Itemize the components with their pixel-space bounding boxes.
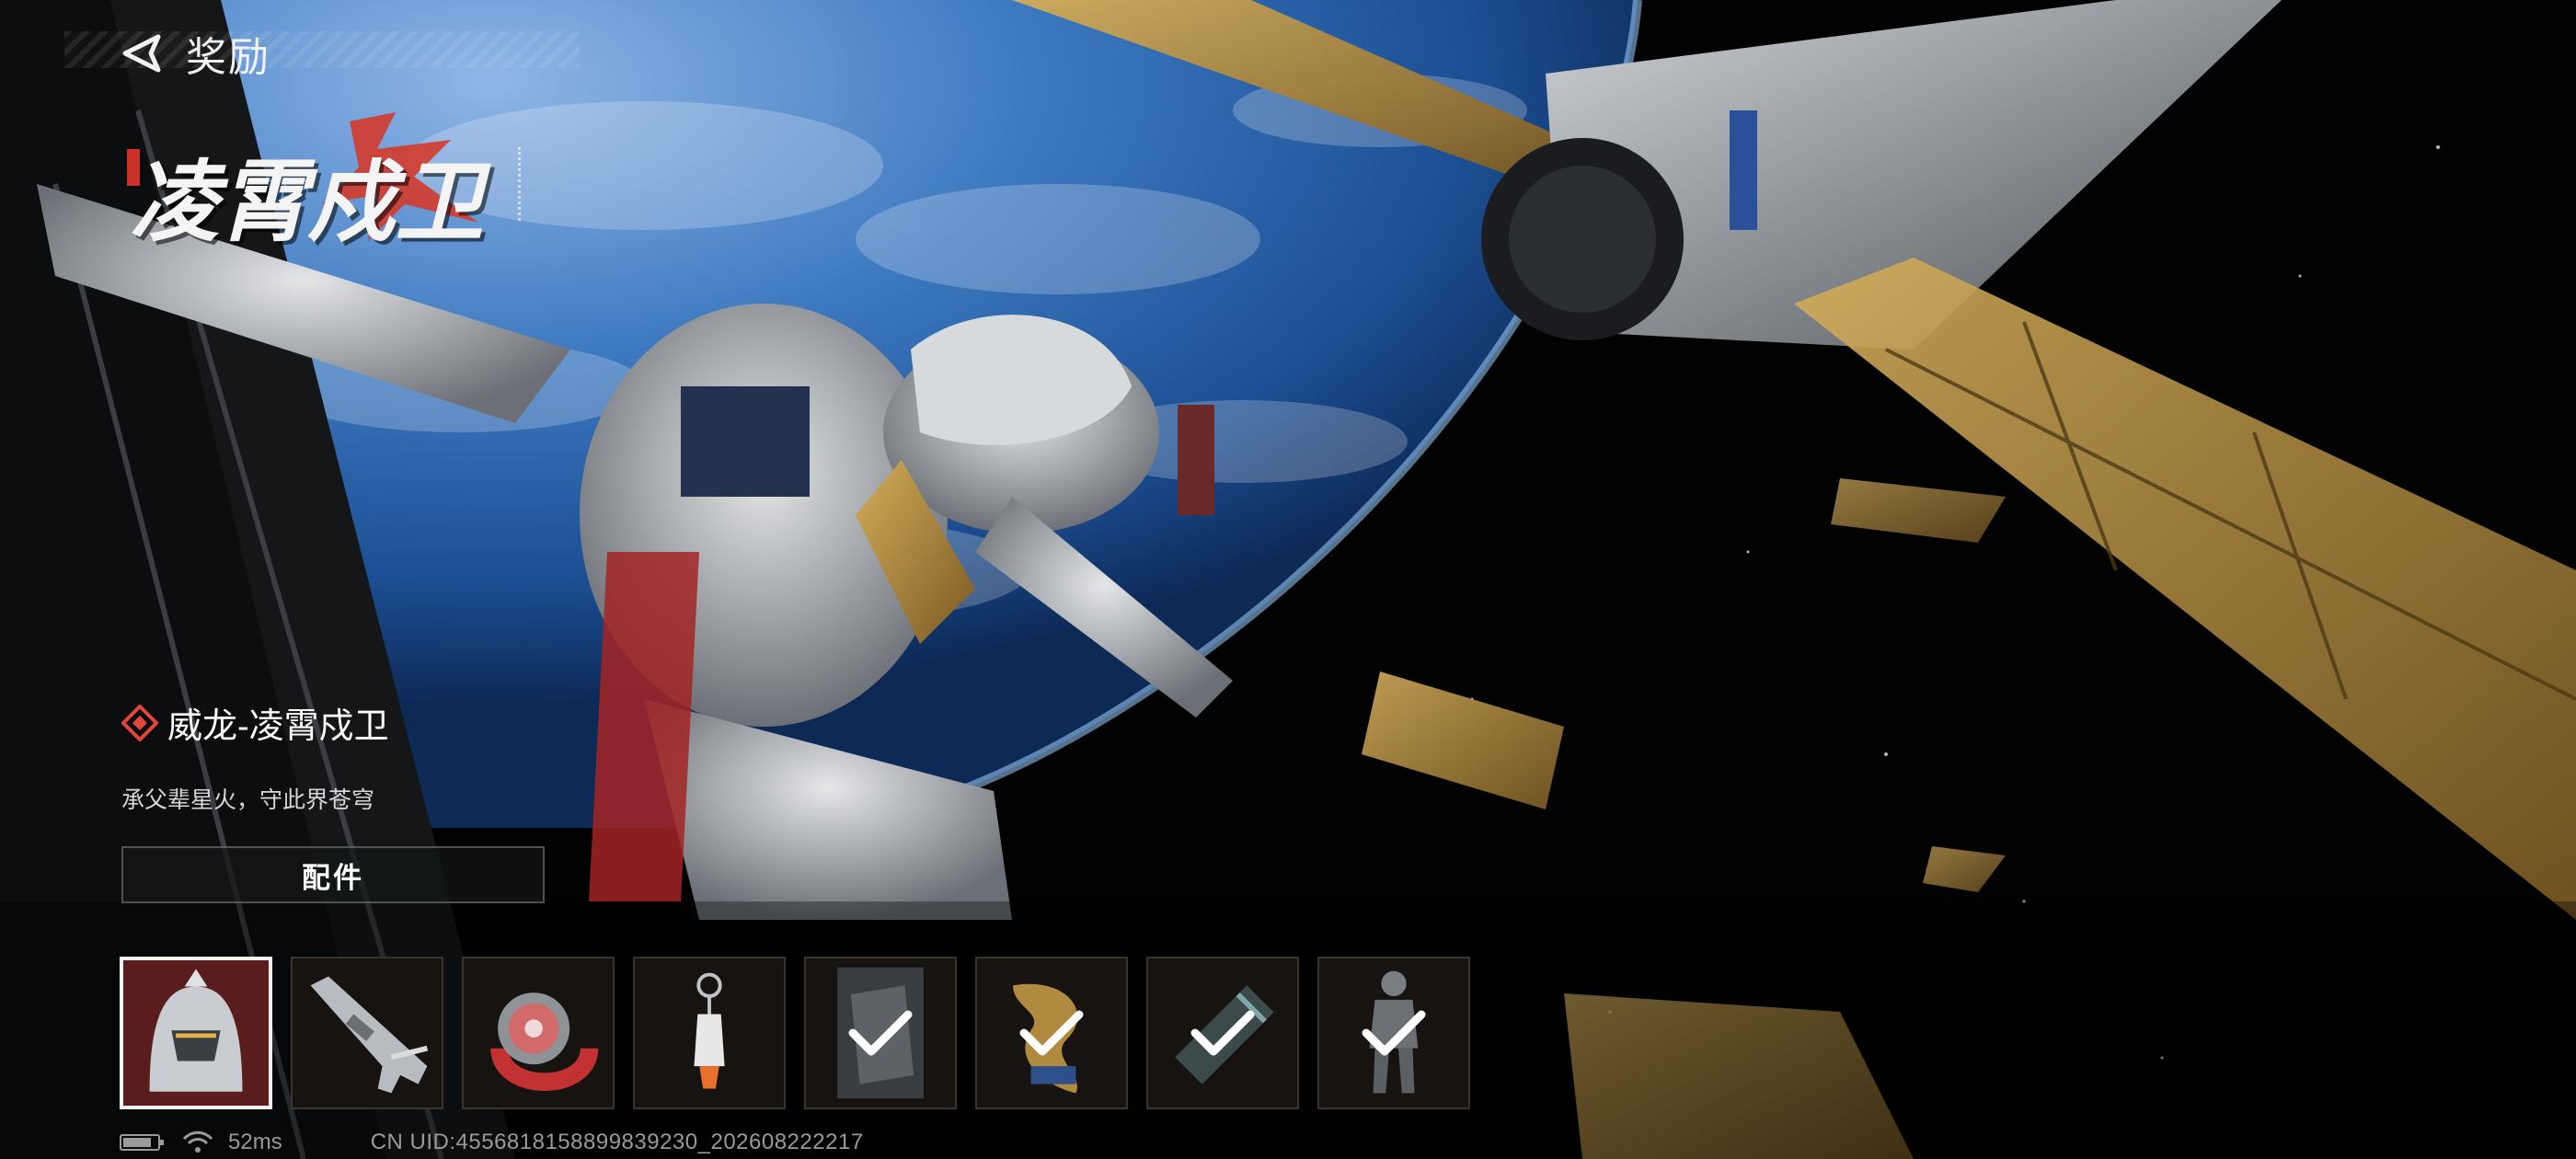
reward-item-calling-card[interactable]: [804, 957, 957, 1109]
claimed-check-icon: [977, 958, 1126, 1107]
reward-item-magazine[interactable]: [1146, 957, 1299, 1109]
logo-text: 凌霄戍卫: [131, 150, 484, 254]
keychain-icon: [694, 972, 725, 1089]
status-bar: 52ms CN UID:4556818158899839230_20260822…: [120, 1130, 864, 1155]
rarity-diamond-icon: [121, 704, 158, 741]
uid-readout: CN UID:4556818158899839230_202608222217: [370, 1130, 864, 1154]
reward-item-dragon-emblem[interactable]: [975, 957, 1128, 1109]
game-screen: 奖励 凌霄戍卫 威龙-凌霄戍卫 承父辈星火，守此界苍穹 配件 52ms CN U…: [0, 0, 2576, 1159]
claimed-check-icon: [1148, 958, 1297, 1107]
reward-item-list: [120, 957, 1470, 1109]
logo-side-mark: [518, 147, 528, 221]
reward-item-rifle[interactable]: [291, 957, 443, 1109]
skin-description: 承父辈星火，守此界苍穹: [121, 787, 375, 813]
page-title: 奖励: [186, 35, 270, 80]
rifle-icon: [310, 976, 429, 1094]
reward-item-operator-pose[interactable]: [1317, 957, 1470, 1109]
watch-icon: [490, 993, 599, 1091]
header: 奖励: [120, 20, 580, 86]
reward-item-watch[interactable]: [462, 957, 615, 1109]
parts-button[interactable]: 配件: [121, 846, 545, 903]
reward-item-keychain[interactable]: [633, 957, 786, 1109]
back-button[interactable]: [120, 29, 167, 77]
skin-name: 威龙-凌霄戍卫: [121, 697, 389, 748]
wifi-icon: [182, 1130, 213, 1153]
claimed-check-icon: [1319, 958, 1468, 1107]
skin-logo: 凌霄戍卫: [120, 112, 524, 254]
claimed-check-icon: [806, 958, 955, 1107]
reward-item-helmet[interactable]: [120, 957, 272, 1109]
battery-icon: [120, 1134, 164, 1151]
helmet-icon: [123, 960, 269, 1106]
ping-readout: 52ms: [228, 1130, 282, 1154]
skin-name-text: 威龙-凌霄戍卫: [167, 707, 389, 746]
back-arrow-icon: [122, 34, 161, 73]
battery-fill: [123, 1138, 151, 1147]
